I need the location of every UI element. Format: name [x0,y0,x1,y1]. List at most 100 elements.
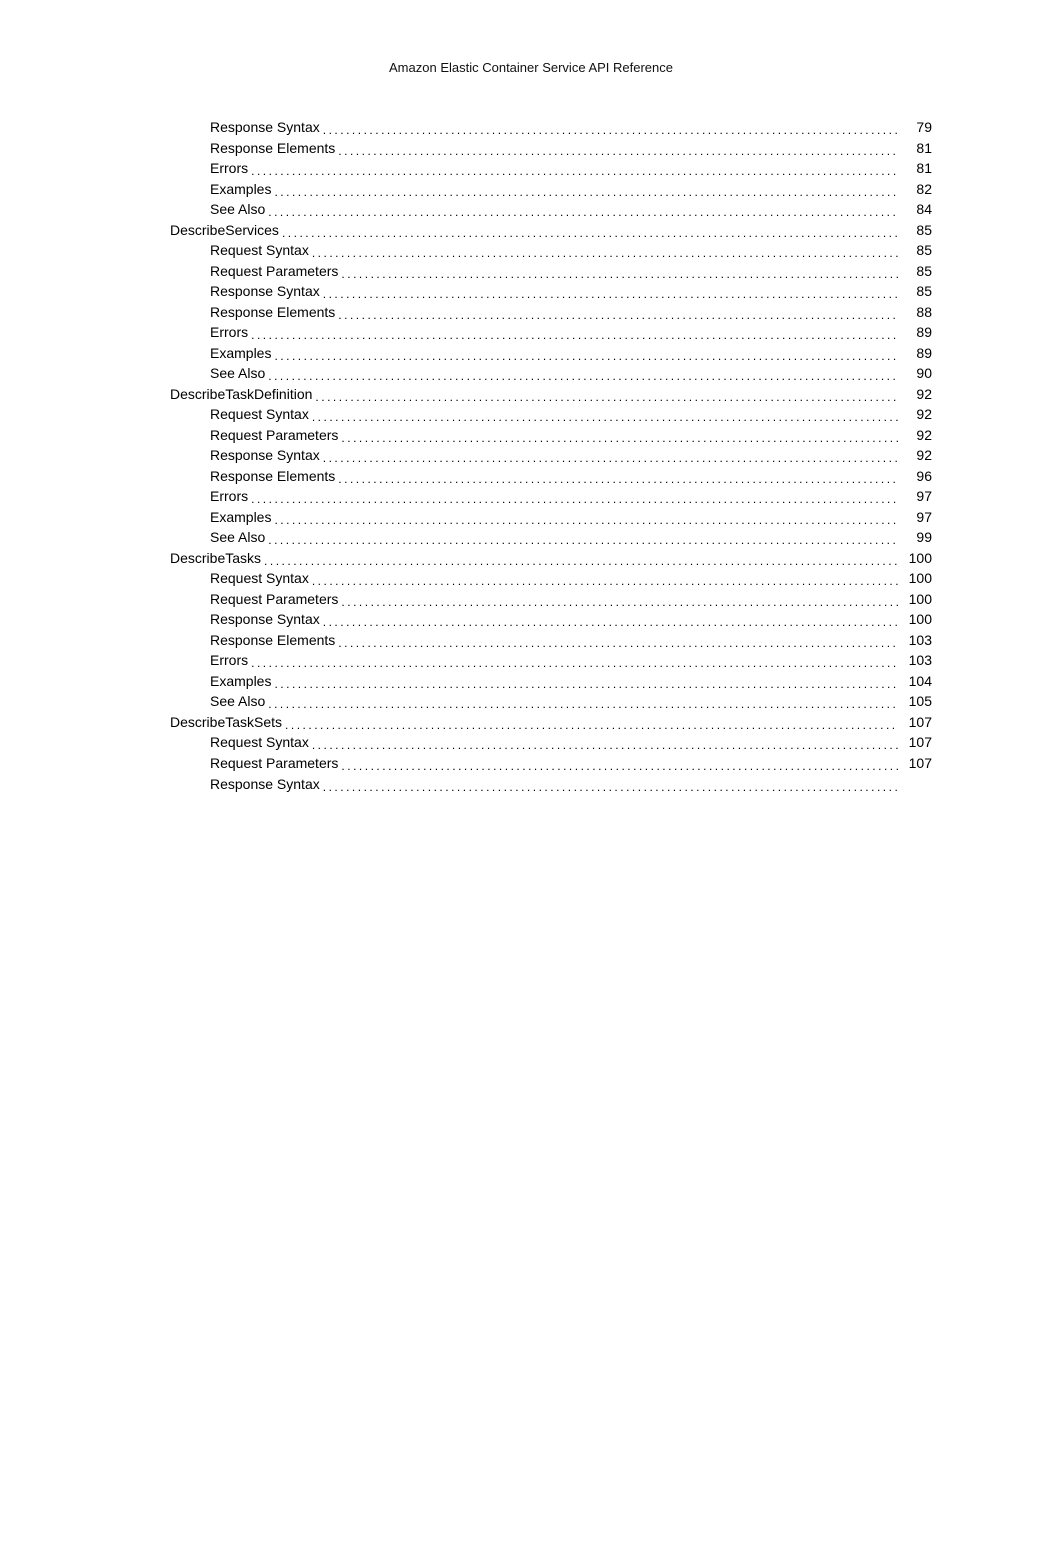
toc-page-number: 100 [898,589,932,609]
toc-title[interactable]: Request Parameters [210,589,341,609]
toc-title[interactable]: Errors [210,322,251,342]
page-header: Amazon Elastic Container Service API Ref… [130,60,932,75]
toc-title[interactable]: Examples [210,507,274,527]
toc-page-number: 92 [898,445,932,465]
toc-row: Request Parameters107 [130,753,932,774]
toc-row: DescribeTaskSets 107 [130,712,932,733]
table-of-contents: Response Syntax79Response Elements81Erro… [130,117,932,794]
toc-title[interactable]: DescribeTaskSets [170,712,285,732]
toc-dots [251,163,898,181]
toc-row: Request Syntax 92 [130,404,932,425]
toc-dots [312,573,898,591]
toc-row: See Also 99 [130,527,932,548]
toc-title[interactable]: Request Syntax [210,404,312,424]
toc-row: Request Parameters85 [130,261,932,282]
toc-page-number: 103 [898,630,932,650]
toc-dots [282,225,898,243]
toc-dots [341,594,898,612]
toc-page-number: 97 [898,486,932,506]
toc-page-number: 85 [898,281,932,301]
toc-row: Response Syntax 92 [130,445,932,466]
toc-title[interactable]: DescribeTaskDefinition [170,384,315,404]
toc-title[interactable]: Errors [210,158,251,178]
toc-row: Response Syntax [130,774,932,795]
toc-page-number: 99 [898,527,932,547]
toc-title[interactable]: Response Elements [210,138,338,158]
toc-dots [285,717,898,735]
toc-title[interactable]: Examples [210,343,274,363]
toc-title[interactable]: Response Syntax [210,774,323,794]
toc-row: Request Syntax 107 [130,732,932,753]
toc-page-number: 107 [898,712,932,732]
toc-title[interactable]: Errors [210,486,251,506]
toc-title[interactable]: See Also [210,527,268,547]
toc-dots [268,368,898,386]
toc-page-number: 88 [898,302,932,322]
toc-row: Errors81 [130,158,932,179]
toc-title[interactable]: Response Elements [210,302,338,322]
toc-dots [323,450,898,468]
toc-title[interactable]: Response Syntax [210,609,323,629]
toc-page-number: 100 [898,568,932,588]
toc-page-number: 89 [898,343,932,363]
toc-row: Response Elements96 [130,466,932,487]
toc-dots [338,635,898,653]
toc-title[interactable]: Examples [210,179,274,199]
toc-dots [312,245,898,263]
toc-dots [251,491,898,509]
toc-row: Examples 82 [130,179,932,200]
toc-dots [341,758,898,776]
toc-title[interactable]: Response Syntax [210,281,323,301]
toc-dots [338,471,898,489]
toc-title[interactable]: Request Parameters [210,753,341,773]
toc-title[interactable]: Response Elements [210,466,338,486]
toc-dots [274,512,898,530]
toc-page-number: 105 [898,691,932,711]
toc-row: DescribeTaskDefinition92 [130,384,932,405]
toc-dots [312,409,898,427]
toc-title[interactable]: Request Syntax [210,240,312,260]
toc-title[interactable]: DescribeTasks [170,548,264,568]
toc-title[interactable]: Examples [210,671,274,691]
toc-title[interactable]: Request Parameters [210,261,341,281]
toc-row: Response Syntax 100 [130,609,932,630]
toc-title[interactable]: See Also [210,691,268,711]
toc-title[interactable]: Errors [210,650,251,670]
toc-page-number: 82 [898,179,932,199]
toc-dots [264,553,898,571]
toc-page-number: 92 [898,404,932,424]
toc-dots [338,143,898,161]
toc-row: Response Syntax 85 [130,281,932,302]
toc-dots [315,389,898,407]
toc-title[interactable]: See Also [210,363,268,383]
toc-page-number: 97 [898,507,932,527]
toc-dots [323,286,898,304]
toc-row: Request Syntax 85 [130,240,932,261]
toc-title[interactable]: See Also [210,199,268,219]
toc-dots [274,348,898,366]
toc-row: Request Syntax 100 [130,568,932,589]
toc-page-number: 104 [898,671,932,691]
toc-row: See Also 105 [130,691,932,712]
toc-page-number: 100 [898,548,932,568]
toc-page-number: 84 [898,199,932,219]
toc-page-number: 107 [898,732,932,752]
toc-title[interactable]: Request Parameters [210,425,341,445]
toc-row: Examples 97 [130,507,932,528]
toc-title[interactable]: Response Syntax [210,445,323,465]
toc-dots [323,779,898,797]
toc-dots [268,532,898,550]
toc-page-number: 85 [898,220,932,240]
toc-title[interactable]: DescribeServices [170,220,282,240]
toc-title[interactable]: Request Syntax [210,568,312,588]
toc-row: Response Elements 103 [130,630,932,651]
toc-title[interactable]: Request Syntax [210,732,312,752]
toc-page-number: 100 [898,609,932,629]
toc-page-number: 85 [898,240,932,260]
toc-title[interactable]: Response Elements [210,630,338,650]
toc-title[interactable]: Response Syntax [210,117,323,137]
toc-dots [268,204,898,222]
toc-page-number: 90 [898,363,932,383]
toc-dots [251,327,898,345]
toc-row: Response Elements81 [130,138,932,159]
